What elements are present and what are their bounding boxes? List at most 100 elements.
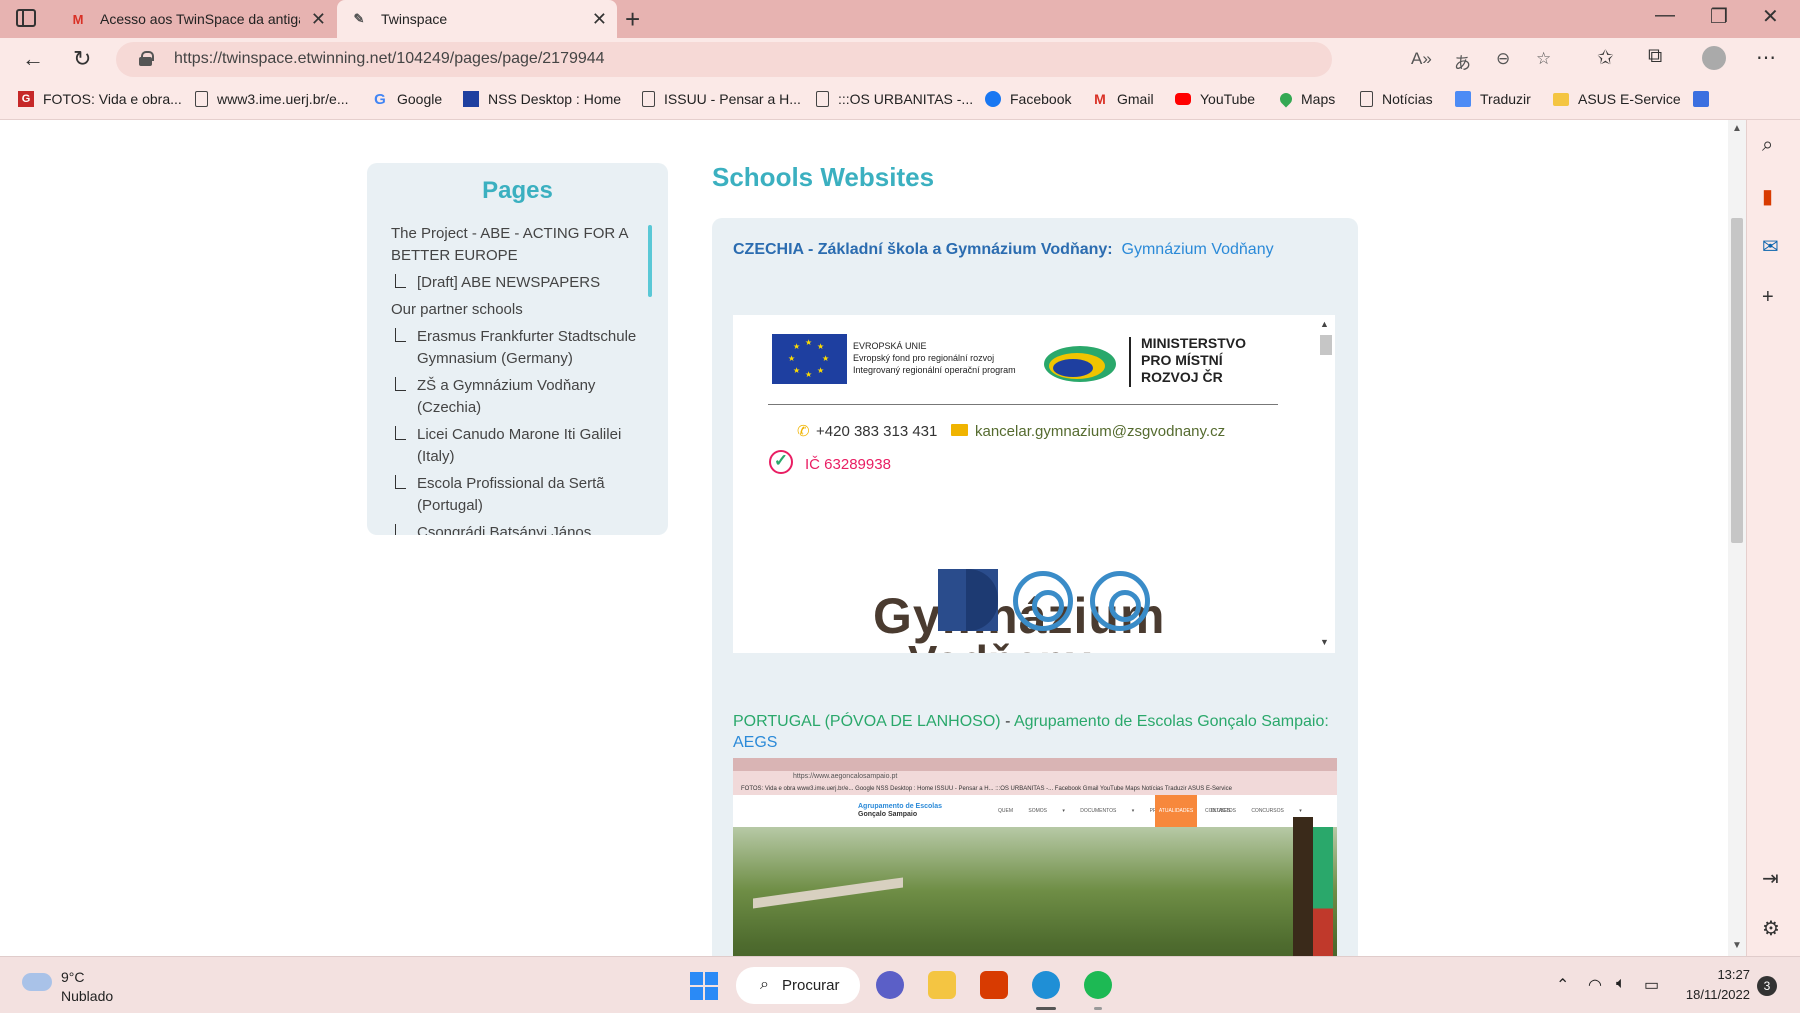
- clock-date[interactable]: 18/11/2022: [1672, 987, 1750, 1002]
- email-link[interactable]: kancelar.gymnazium@zsgvodnany.cz: [975, 423, 1225, 440]
- embed-scroll-thumb[interactable]: [1320, 335, 1332, 355]
- collections-icon[interactable]: ⧉: [1648, 45, 1662, 68]
- scroll-down-icon[interactable]: ▼: [1320, 637, 1329, 647]
- chevron-up-icon[interactable]: ⌃: [1556, 975, 1569, 995]
- favorite-item[interactable]: ASUS E-Service: [1553, 91, 1681, 107]
- screenshot-favorites: FOTOS: Vida e obra www3.ime.uerj.br/e...…: [733, 783, 1337, 795]
- page-link[interactable]: [Draft] ABE NEWSPAPERS: [391, 272, 643, 294]
- scroll-down-icon[interactable]: ▼: [1732, 940, 1742, 951]
- page-icon: [816, 91, 829, 107]
- start-button[interactable]: [690, 972, 718, 1000]
- new-tab-icon[interactable]: +: [625, 4, 640, 35]
- read-aloud-icon[interactable]: A»: [1411, 49, 1432, 69]
- favorite-item[interactable]: Notícias: [1360, 91, 1433, 107]
- url-text[interactable]: https://twinspace.etwinning.net/104249/p…: [174, 50, 605, 68]
- check-icon: ✓: [769, 450, 793, 474]
- page-link[interactable]: Csongrádi Batsányi János Gimnázium (Hung…: [391, 522, 643, 535]
- favorite-item[interactable]: Traduzir: [1455, 91, 1531, 107]
- favorites-icon[interactable]: ✩: [1597, 45, 1614, 70]
- file-explorer-icon[interactable]: [928, 971, 956, 999]
- translate-page-icon[interactable]: あ: [1454, 49, 1471, 74]
- back-icon[interactable]: ←: [22, 46, 44, 72]
- add-icon[interactable]: +: [1762, 286, 1774, 309]
- czech-school-link[interactable]: Gymnázium Vodňany: [1122, 241, 1274, 258]
- tab-gmail[interactable]: M Acesso aos TwinSpace da antiga ✕: [58, 0, 336, 38]
- taskbar-search[interactable]: ⌕ Procurar: [736, 967, 860, 1004]
- zoom-out-icon[interactable]: ⊖: [1496, 49, 1510, 69]
- tab-actions-icon[interactable]: [16, 9, 36, 27]
- clock-time[interactable]: 13:27: [1682, 967, 1750, 982]
- more-menu-icon[interactable]: ⋯: [1756, 45, 1776, 70]
- wifi-icon[interactable]: ◠: [1588, 975, 1602, 995]
- window-close-icon[interactable]: ✕: [1762, 4, 1779, 29]
- favorite-item[interactable]: G FOTOS: Vida e obra...: [18, 91, 182, 107]
- favorite-item[interactable]: ISSUU - Pensar a H...: [642, 91, 801, 107]
- portugal-school-link[interactable]: AEGS: [733, 734, 777, 751]
- weather-description[interactable]: Nublado: [61, 988, 113, 1004]
- battery-icon[interactable]: ▭: [1644, 975, 1659, 995]
- page-link[interactable]: Erasmus Frankfurter Stadtschule Gymnasiu…: [391, 326, 643, 370]
- gmail-icon: M: [72, 11, 84, 27]
- cloud-icon[interactable]: [22, 973, 52, 991]
- screenshot-menu-active: ATUALIDADES: [1155, 795, 1197, 827]
- spotify-icon[interactable]: [1084, 971, 1112, 999]
- page-scroll-thumb[interactable]: [1731, 218, 1743, 543]
- volume-icon[interactable]: 🔈︎: [1616, 975, 1626, 993]
- czech-school-line: CZECHIA - Základní škola a Gymnázium Vod…: [733, 239, 1274, 260]
- restore-icon[interactable]: ❐: [1710, 4, 1728, 29]
- close-icon[interactable]: ✕: [592, 9, 607, 30]
- favorite-item[interactable]: :::OS URBANITAS -...: [816, 91, 973, 107]
- refresh-icon[interactable]: ↻: [73, 46, 91, 72]
- pages-list: The Project - ABE - ACTING FOR A BETTER …: [391, 223, 643, 535]
- lock-icon[interactable]: [139, 51, 154, 66]
- ministry-logo: [1044, 346, 1116, 382]
- scroll-up-icon[interactable]: ▲: [1732, 123, 1742, 134]
- page-scrollbar[interactable]: ▲ ▼: [1728, 120, 1746, 956]
- favorite-item[interactable]: [1693, 91, 1718, 107]
- weather-temperature[interactable]: 9°C: [61, 969, 85, 985]
- notification-badge[interactable]: 3: [1757, 976, 1777, 996]
- translate-icon: [1455, 91, 1471, 107]
- page-link[interactable]: Our partner schools: [391, 299, 643, 321]
- tab-twinspace[interactable]: ✎ Twinspace ✕: [337, 0, 617, 38]
- teams-icon[interactable]: [876, 971, 904, 999]
- page-icon: [195, 91, 208, 107]
- address-bar[interactable]: https://twinspace.etwinning.net/104249/p…: [116, 42, 1551, 77]
- taskbar: 9°C Nublado ⌕ Procurar ⌃ ◠ 🔈︎ ▭ 13:27 18…: [0, 956, 1800, 1013]
- search-icon[interactable]: ⌕: [1762, 134, 1773, 157]
- favorite-item[interactable]: NSS Desktop : Home: [463, 91, 621, 107]
- czech-website-embed[interactable]: ★ ★ ★ ★ ★ ★ ★ ★ EVROPSKÁ UNIE Evropský fond p…: [733, 315, 1315, 653]
- screenshot-side-bar: [1313, 827, 1333, 956]
- outlook-icon[interactable]: ✉: [1762, 234, 1779, 259]
- page-link[interactable]: Licei Canudo Marone Iti Galilei (Italy): [391, 424, 643, 468]
- favorite-item[interactable]: Maps: [1277, 90, 1335, 108]
- portugal-website-screenshot[interactable]: https://www.aegoncalosampaio.pt FOTOS: V…: [733, 758, 1337, 956]
- vodnany-heading: Vodňany: [908, 637, 1091, 653]
- page-icon: [1360, 91, 1373, 107]
- favorite-item[interactable]: YouTube: [1175, 91, 1255, 107]
- favorite-item[interactable]: Facebook: [985, 91, 1071, 107]
- favorite-item[interactable]: www3.ime.uerj.br/e...: [195, 91, 348, 107]
- page-link[interactable]: ZŠ a Gymnázium Vodňany (Czechia): [391, 375, 643, 419]
- close-icon[interactable]: ✕: [311, 9, 326, 30]
- embed-scrollbar[interactable]: ▲ ▼: [1315, 315, 1335, 653]
- fotos-icon: G: [18, 91, 34, 107]
- facebook-icon: [985, 91, 1001, 107]
- minimize-icon[interactable]: —: [1655, 4, 1675, 27]
- divider: [768, 404, 1278, 405]
- split-screen-icon[interactable]: ⇥: [1762, 866, 1779, 891]
- pages-panel: Pages The Project - ABE - ACTING FOR A B…: [367, 163, 668, 535]
- office-icon[interactable]: ▮: [1762, 184, 1773, 209]
- scroll-up-icon[interactable]: ▲: [1320, 319, 1329, 329]
- office-app-icon[interactable]: [980, 971, 1008, 999]
- page-link[interactable]: Escola Profissional da Sertã (Portugal): [391, 473, 643, 517]
- favorite-item[interactable]: M Gmail: [1092, 91, 1153, 107]
- panel-scrollbar[interactable]: [648, 225, 652, 297]
- page-link[interactable]: The Project - ABE - ACTING FOR A BETTER …: [391, 223, 643, 267]
- profile-avatar[interactable]: [1702, 46, 1726, 70]
- edge-icon[interactable]: [1032, 971, 1060, 999]
- favorite-item[interactable]: G Google: [372, 91, 442, 108]
- seal-icon: [1090, 571, 1150, 631]
- add-favorite-icon[interactable]: ☆: [1536, 49, 1551, 69]
- settings-gear-icon[interactable]: ⚙: [1762, 916, 1780, 941]
